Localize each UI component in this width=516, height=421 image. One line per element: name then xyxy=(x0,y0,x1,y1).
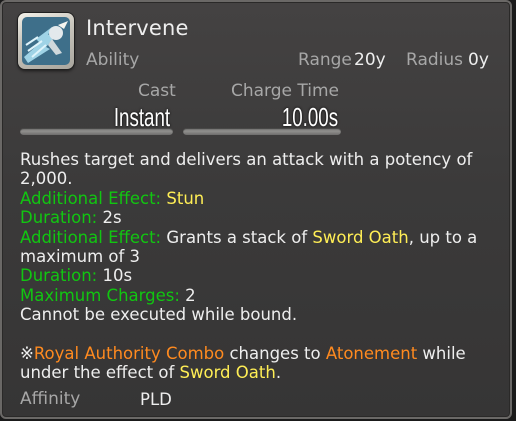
combo-note: ※Royal Authority Combo changes to Atonem… xyxy=(20,344,500,363)
note-mark: ※ xyxy=(20,344,34,364)
note-text: while xyxy=(417,344,466,364)
charge-time-label: Charge Time xyxy=(231,81,340,101)
description-line: Rushes target and delivers an attack wit… xyxy=(20,150,473,169)
effect-label: Additional Effect: xyxy=(20,188,162,208)
note-text: . xyxy=(275,363,282,383)
action-description: Rushes target and delivers an attack wit… xyxy=(20,150,500,383)
duration-label: Duration: xyxy=(20,266,98,286)
status-name: Sword Oath xyxy=(179,363,276,383)
stun-duration: Duration: 2s xyxy=(20,208,500,227)
note-text: changes to xyxy=(224,344,326,364)
radius-value: 0y xyxy=(468,50,489,70)
duration-label: Duration: xyxy=(20,208,98,228)
additional-effect-stun: Additional Effect: Stun xyxy=(20,189,500,208)
action-name: Intervene xyxy=(86,16,189,40)
restriction-text: Cannot be executed while bound. xyxy=(20,305,298,325)
combo-result-name: Atonement xyxy=(325,344,418,364)
charge-time-bar xyxy=(183,128,341,135)
range-value: 20y xyxy=(354,50,386,70)
status-name: Stun xyxy=(166,188,205,208)
sword-oath-duration: Duration: 10s xyxy=(20,266,500,285)
effect-text: Grants a stack of xyxy=(166,227,308,247)
additional-effect-sword-oath: Additional Effect: Grants a stack of Swo… xyxy=(20,228,500,247)
range-label: Range xyxy=(298,50,352,70)
action-tooltip: Intervene Ability Range 20y Radius 0y Ca… xyxy=(0,0,512,419)
duration-value: 10s xyxy=(102,266,133,286)
cast-label: Cast xyxy=(138,81,176,101)
maximum-charges: Maximum Charges: 2 xyxy=(20,286,500,305)
note-text: under the effect of xyxy=(20,363,180,383)
status-name: Sword Oath xyxy=(312,227,409,247)
combo-note-line2: under the effect of Sword Oath. xyxy=(20,363,500,382)
description-line: 2,000. xyxy=(20,169,73,189)
affinity-label: Affinity xyxy=(20,389,81,409)
effect-text: , up to a xyxy=(408,227,478,247)
affinity-value: PLD xyxy=(140,390,172,409)
radius-label: Radius xyxy=(406,50,464,70)
cast-bar xyxy=(20,128,173,135)
charges-label: Maximum Charges: xyxy=(20,285,180,305)
combo-action-name: Royal Authority Combo xyxy=(33,344,225,364)
description-line: maximum of 3 xyxy=(20,247,141,267)
effect-label: Additional Effect: xyxy=(20,227,162,247)
charges-value: 2 xyxy=(185,285,196,305)
intervene-dash-icon xyxy=(18,13,74,69)
action-type: Ability xyxy=(86,50,140,70)
duration-value: 2s xyxy=(102,208,122,228)
